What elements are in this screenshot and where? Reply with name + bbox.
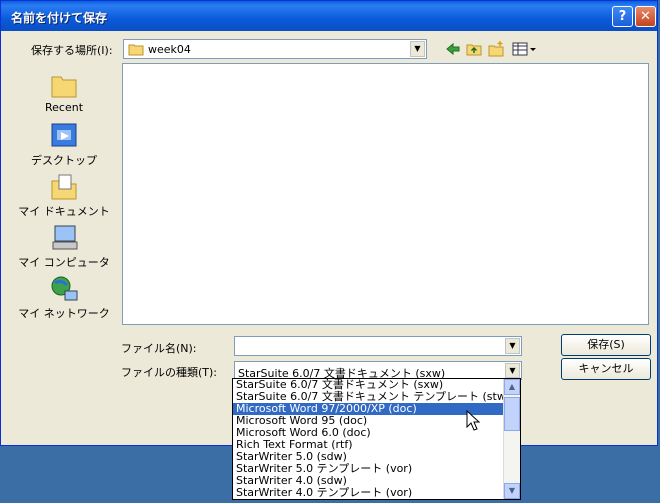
- filetype-dropdown-button[interactable]: ▼: [505, 363, 520, 378]
- place-my-network[interactable]: マイ ネットワーク: [11, 273, 117, 325]
- cancel-button[interactable]: キャンセル: [561, 358, 651, 380]
- close-button[interactable]: ✕: [635, 6, 656, 27]
- filetype-dropdown-list: StarSuite 6.0/7 文書ドキュメント (sxw) StarSuite …: [232, 378, 521, 500]
- place-label: デスクトップ: [31, 154, 97, 167]
- location-value: week04: [148, 43, 191, 56]
- location-label: 保存する場所(I):: [31, 44, 113, 57]
- location-combo[interactable]: week04 ▼: [123, 39, 427, 59]
- filename-dropdown-button[interactable]: ▼: [505, 338, 520, 354]
- place-label: マイ ネットワーク: [18, 307, 110, 320]
- place-label: Recent: [44, 101, 84, 114]
- filename-input[interactable]: ▼: [234, 336, 522, 356]
- filename-label: ファイル名(N):: [121, 342, 197, 355]
- dropdown-scrollbar[interactable]: ▲ ▼: [503, 379, 520, 499]
- place-desktop[interactable]: デスクトップ: [11, 120, 117, 172]
- filetype-option[interactable]: StarWriter 4.0 テンプレート (vor): [233, 487, 520, 499]
- my-documents-icon: [51, 174, 77, 200]
- recent-folder-icon: [51, 76, 77, 98]
- scroll-thumb[interactable]: [504, 397, 520, 431]
- place-recent[interactable]: Recent: [11, 69, 117, 121]
- title-bar[interactable]: 名前を付けて保存 ? ✕: [1, 1, 657, 31]
- file-list[interactable]: [122, 63, 649, 325]
- filetype-label: ファイルの種類(T):: [121, 366, 218, 379]
- up-folder-icon[interactable]: [466, 41, 482, 57]
- desktop-icon: [51, 123, 77, 147]
- my-network-icon: [51, 276, 78, 301]
- window-title: 名前を付けて保存: [11, 11, 108, 25]
- mouse-cursor-icon: [466, 410, 480, 431]
- scroll-up-button[interactable]: ▲: [504, 379, 520, 395]
- my-computer-icon: [52, 225, 78, 250]
- place-my-computer[interactable]: マイ コンピュータ: [11, 222, 117, 274]
- scroll-down-button[interactable]: ▼: [504, 483, 520, 499]
- help-button[interactable]: ?: [612, 6, 633, 27]
- folder-icon: [128, 44, 144, 56]
- place-label: マイ コンピュータ: [18, 256, 110, 269]
- location-dropdown-button[interactable]: ▼: [410, 41, 425, 57]
- place-label: マイ ドキュメント: [18, 205, 110, 218]
- new-folder-icon[interactable]: [488, 41, 504, 57]
- back-icon[interactable]: [445, 41, 461, 57]
- view-menu-icon[interactable]: [512, 41, 536, 57]
- place-my-documents[interactable]: マイ ドキュメント: [11, 171, 117, 223]
- save-button[interactable]: 保存(S): [561, 334, 651, 356]
